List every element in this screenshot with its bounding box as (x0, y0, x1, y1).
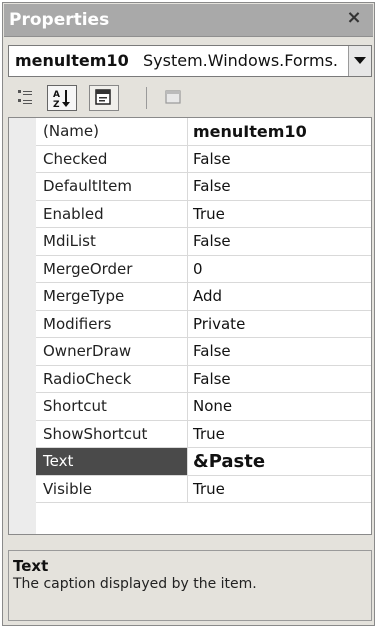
object-selector[interactable]: menuItem10 System.Windows.Forms. (8, 45, 372, 77)
property-pages-icon[interactable] (89, 85, 119, 111)
chevron-down-icon[interactable] (348, 46, 371, 76)
title-bar: Properties × (4, 4, 373, 37)
property-name: MergeType (36, 283, 188, 310)
property-row-ownerdraw[interactable]: OwnerDraw False (36, 338, 371, 366)
property-row-modifiers[interactable]: Modifiers Private (36, 310, 371, 338)
property-name: (Name) (36, 118, 188, 145)
properties-window: Properties × menuItem10 System.Windows.F… (2, 2, 375, 626)
property-name: MdiList (36, 228, 188, 255)
property-value[interactable]: True (193, 421, 225, 448)
property-row-defaultitem[interactable]: DefaultItem False (36, 173, 371, 201)
property-value[interactable]: False (193, 173, 231, 200)
property-row-mdilist[interactable]: MdiList False (36, 228, 371, 256)
description-panel: Text The caption displayed by the item. (8, 550, 372, 621)
property-value[interactable]: &Paste (193, 448, 265, 475)
property-row-text[interactable]: Text &Paste (36, 448, 371, 476)
property-name: MergeOrder (36, 255, 188, 282)
property-name: Text (36, 448, 188, 475)
close-icon[interactable]: × (345, 9, 363, 27)
property-value[interactable]: None (193, 393, 232, 420)
property-name: Modifiers (36, 310, 188, 337)
property-value[interactable]: menuItem10 (193, 118, 307, 145)
object-type: System.Windows.Forms. (143, 51, 338, 70)
categorized-icon[interactable] (13, 85, 43, 111)
svg-text:Z: Z (53, 100, 60, 110)
property-row-visible[interactable]: Visible True (36, 475, 371, 503)
property-value[interactable]: True (193, 201, 225, 228)
property-value[interactable]: Private (193, 311, 245, 338)
property-name: Checked (36, 145, 188, 172)
property-value[interactable]: False (193, 366, 231, 393)
property-name: Enabled (36, 200, 188, 227)
property-value[interactable]: Add (193, 283, 222, 310)
window-title: Properties (9, 10, 110, 30)
properties-toolbar: A Z (9, 83, 370, 113)
alphabetical-sort-icon[interactable]: A Z (47, 85, 77, 111)
description-text: The caption displayed by the item. (13, 576, 257, 592)
property-name: Shortcut (36, 393, 188, 420)
property-value[interactable]: False (193, 146, 231, 173)
events-icon[interactable] (159, 85, 189, 111)
description-title: Text (13, 557, 49, 575)
object-name: menuItem10 (15, 51, 129, 70)
property-row-enabled[interactable]: Enabled True (36, 200, 371, 228)
property-row-mergeorder[interactable]: MergeOrder 0 (36, 255, 371, 283)
property-row-radiocheck[interactable]: RadioCheck False (36, 365, 371, 393)
property-value[interactable]: 0 (193, 256, 203, 283)
property-value[interactable]: False (193, 228, 231, 255)
property-row-shortcut[interactable]: Shortcut None (36, 393, 371, 421)
property-name: OwnerDraw (36, 338, 188, 365)
property-grid: (Name) menuItem10 Checked False DefaultI… (8, 117, 372, 535)
property-row-name[interactable]: (Name) menuItem10 (36, 118, 371, 146)
property-row-checked[interactable]: Checked False (36, 145, 371, 173)
property-name: ShowShortcut (36, 420, 188, 447)
property-row-mergetype[interactable]: MergeType Add (36, 283, 371, 311)
property-name: DefaultItem (36, 173, 188, 200)
property-row-showshortcut[interactable]: ShowShortcut True (36, 420, 371, 448)
property-name: RadioCheck (36, 365, 188, 392)
property-grid-gutter (9, 118, 36, 534)
toolbar-separator (146, 87, 147, 109)
property-value[interactable]: False (193, 338, 231, 365)
property-value[interactable]: True (193, 476, 225, 503)
svg-text:A: A (53, 90, 60, 100)
property-name: Visible (36, 475, 188, 502)
